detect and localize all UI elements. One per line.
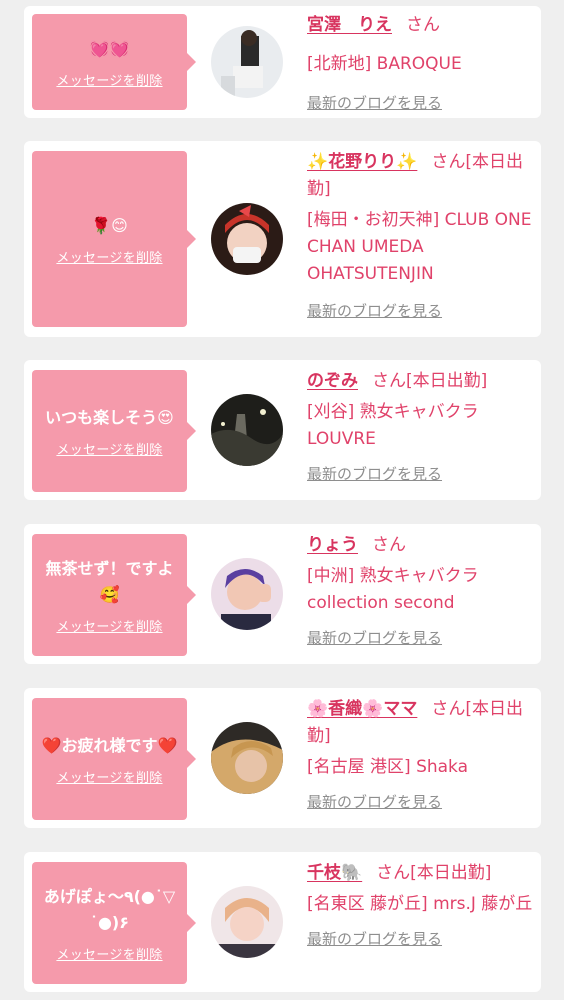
avatar[interactable] — [211, 558, 283, 630]
delete-message-link[interactable]: メッセージを削除 — [56, 247, 162, 266]
list-item: あげぽょ〜٩(●˙▽˙●)۶ メッセージを削除 千枝🐘 さん[本日出勤] [名東区… — [24, 852, 541, 992]
cast-name-link[interactable]: のぞみ — [307, 371, 358, 391]
cast-info: のぞみ さん[本日出勤] [刈谷] 熟女キャバクラ LOUVRE 最新のブログを見… — [307, 368, 533, 488]
avatar[interactable] — [211, 394, 283, 466]
message-list: 💓💓 メッセージを削除 宮澤 りえ さん [北新地] BAROQUE 最新のブログ… — [0, 0, 564, 1000]
cast-info: りょう さん [中洲] 熟女キャバクラ collection second 最新の… — [307, 532, 533, 652]
blog-link[interactable]: 最新のブログを見る — [307, 298, 533, 325]
avatar[interactable] — [211, 886, 283, 958]
message-bubble: いつも楽しそう😍 メッセージを削除 — [32, 370, 196, 492]
message-bubble: 🌹😊 メッセージを削除 — [32, 151, 196, 327]
message-bubble: ❤️お疲れ様です❤️ メッセージを削除 — [32, 698, 196, 820]
blog-link[interactable]: 最新のブログを見る — [307, 461, 533, 488]
blog-link[interactable]: 最新のブログを見る — [307, 90, 533, 117]
cast-suffix: さん[本日出勤] — [372, 371, 488, 391]
avatar[interactable] — [211, 722, 283, 794]
blog-link[interactable]: 最新のブログを見る — [307, 789, 533, 816]
shop-name: [刈谷] 熟女キャバクラ LOUVRE — [307, 402, 479, 449]
message-text: 無茶せず！ですよ🥰 — [45, 558, 174, 604]
blog-link[interactable]: 最新のブログを見る — [307, 926, 533, 953]
message-text: 💓💓 — [89, 38, 130, 58]
delete-message-link[interactable]: メッセージを削除 — [56, 616, 162, 635]
delete-message-link[interactable]: メッセージを削除 — [56, 767, 162, 786]
cast-suffix: さん — [406, 15, 440, 35]
cast-name-link[interactable]: ✨花野りり✨ — [307, 152, 417, 172]
list-item: 🌹😊 メッセージを削除 ✨花野りり✨ さん[本日出勤] [梅田・お初天神] CLU… — [24, 141, 541, 337]
list-item: ❤️お疲れ様です❤️ メッセージを削除 🌸香織🌸ママ さん[本日出勤] [名古屋 … — [24, 688, 541, 828]
message-bubble: 無茶せず！ですよ🥰 メッセージを削除 — [32, 534, 196, 656]
shop-name: [中洲] 熟女キャバクラ collection second — [307, 566, 479, 613]
shop-name: [名古屋 港区] Shaka — [307, 757, 469, 777]
delete-message-link[interactable]: メッセージを削除 — [56, 439, 162, 458]
message-text: いつも楽しそう😍 — [45, 407, 174, 427]
shop-name: [梅田・お初天神] CLUB ONE CHAN UMEDA OHATSUTENJ… — [307, 210, 532, 284]
cast-name-link[interactable]: りょう — [307, 535, 358, 555]
cast-info: 宮澤 りえ さん [北新地] BAROQUE 最新のブログを見る — [307, 12, 533, 117]
shop-name: [北新地] BAROQUE — [307, 54, 462, 74]
delete-message-link[interactable]: メッセージを削除 — [56, 70, 162, 89]
cast-suffix: さん — [372, 535, 406, 555]
message-bubble: あげぽょ〜٩(●˙▽˙●)۶ メッセージを削除 — [32, 862, 196, 984]
list-item: 無茶せず！ですよ🥰 メッセージを削除 りょう さん [中洲] 熟女キャバクラ co… — [24, 524, 541, 664]
shop-name: [名東区 藤が丘] mrs.J 藤が丘 — [307, 894, 533, 914]
cast-name-link[interactable]: 千枝🐘 — [307, 863, 362, 883]
message-text: ❤️お疲れ様です❤️ — [41, 735, 178, 755]
blog-link[interactable]: 最新のブログを見る — [307, 625, 533, 652]
cast-info: ✨花野りり✨ さん[本日出勤] [梅田・お初天神] CLUB ONE CHAN U… — [307, 149, 533, 325]
message-bubble: 💓💓 メッセージを削除 — [32, 14, 196, 110]
cast-name-link[interactable]: 宮澤 りえ — [307, 15, 392, 35]
cast-info: 🌸香織🌸ママ さん[本日出勤] [名古屋 港区] Shaka 最新のブログを見る — [307, 696, 533, 816]
avatar[interactable] — [211, 26, 283, 98]
list-item: 💓💓 メッセージを削除 宮澤 りえ さん [北新地] BAROQUE 最新のブログ… — [24, 6, 541, 118]
message-text: 🌹😊 — [91, 215, 128, 235]
cast-name-link[interactable]: 🌸香織🌸ママ — [307, 699, 417, 719]
delete-message-link[interactable]: メッセージを削除 — [56, 944, 162, 963]
list-item: いつも楽しそう😍 メッセージを削除 のぞみ さん[本日出勤] [刈谷] 熟女キャバ… — [24, 360, 541, 500]
message-text: あげぽょ〜٩(●˙▽˙●)۶ — [43, 886, 176, 932]
cast-info: 千枝🐘 さん[本日出勤] [名東区 藤が丘] mrs.J 藤が丘 最新のブログを見… — [307, 860, 533, 953]
avatar[interactable] — [211, 203, 283, 275]
cast-suffix: さん[本日出勤] — [376, 863, 492, 883]
